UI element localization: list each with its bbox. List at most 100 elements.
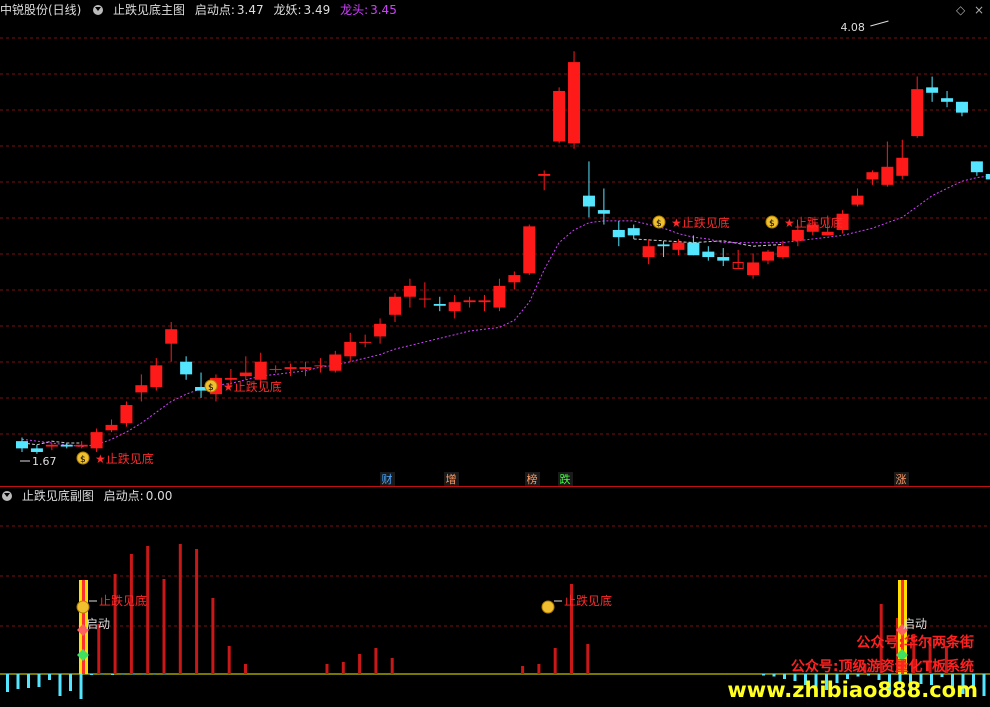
sub-cyan-bar: [79, 674, 83, 699]
candle-body: [985, 174, 990, 180]
candle-body: [851, 195, 864, 205]
chart-stage: 4.08 1.67 $ ★止跌见底 $ ★止跌见底 $ ★止跌见底 $ ★止跌见底财增榜跌涨止跌见…: [0, 0, 990, 707]
money-bag-symbol: $: [656, 219, 662, 229]
candle-body: [493, 285, 506, 308]
sub-cyan-bar: [37, 674, 41, 687]
candle-body: [120, 405, 133, 424]
candle-body: [642, 246, 655, 258]
sub-cyan-bar: [69, 674, 72, 691]
candle-body: [926, 87, 939, 93]
candle-body: [955, 101, 968, 113]
candle-body: [791, 229, 804, 241]
candle-body: [374, 323, 387, 337]
sub-cyan-bar: [982, 674, 986, 696]
candle-body: [911, 89, 924, 137]
bottom-marker-label: ★止跌见底: [784, 215, 843, 230]
candle-body: [45, 444, 58, 447]
candle-body: [30, 448, 43, 452]
candle-body: [762, 251, 774, 261]
candle-body: [553, 90, 566, 142]
sub-start-signal: 启动: [903, 617, 927, 631]
sub-red-bar: [162, 579, 166, 674]
candle-body: [344, 341, 357, 357]
sub-cyan-bar: [58, 674, 62, 696]
candle-body: [239, 372, 252, 377]
sub-red-bar: [390, 658, 394, 674]
candle-body: [687, 242, 700, 256]
money-bag-symbol: $: [80, 455, 86, 465]
event-tag: 涨: [896, 473, 907, 486]
sub-cyan-bar: [121, 674, 125, 675]
sub-cyan-bar: [90, 674, 93, 675]
candle-body: [657, 244, 670, 247]
candle-body: [284, 367, 297, 369]
high-pointer: [870, 20, 889, 27]
sub-cyan-bar: [27, 674, 30, 688]
indicator-dropdown[interactable]: [91, 3, 109, 17]
close-button[interactable]: ×: [974, 3, 984, 17]
sub-red-bar: [553, 648, 557, 674]
sub-red-bar: [244, 664, 247, 674]
sub-marker-label: 止跌见底: [564, 593, 612, 608]
sub-start-label: 启动点:: [103, 489, 144, 503]
sub-red-bar: [227, 646, 231, 674]
candle-body: [90, 432, 103, 449]
high-price-label: 4.08: [840, 21, 865, 34]
sub-marker-label: 止跌见底: [99, 593, 147, 608]
sub-red-bar: [374, 648, 378, 674]
sub-red-bar: [325, 664, 329, 674]
sub-red-bar: [211, 598, 215, 674]
sub-red-bar: [537, 664, 541, 674]
candle-body: [478, 300, 491, 303]
watermark-2: 公众号:顶级游资量化T板系统: [790, 659, 974, 675]
sub-red-bar: [358, 654, 362, 674]
sub-cyan-bar: [762, 674, 765, 676]
event-tag: 榜: [527, 472, 538, 486]
dragon-value: 3.49: [303, 3, 331, 17]
candle-body: [329, 354, 342, 371]
candle-body: [970, 161, 983, 173]
candle-body: [523, 226, 536, 274]
candle-body: [627, 228, 640, 236]
chevron-down-icon: [2, 491, 12, 501]
sub-cyan-bar: [163, 674, 167, 675]
candle-body: [941, 98, 954, 102]
candle-body: [433, 303, 446, 306]
candle-body: [314, 365, 327, 367]
sub-cyan-bar: [16, 674, 20, 689]
candle-body: [359, 341, 372, 343]
candle-body: [75, 444, 88, 447]
candle-body: [418, 298, 431, 300]
candle-body: [597, 210, 610, 214]
event-tag: 增: [446, 472, 457, 486]
sub-cyan-bar: [6, 674, 9, 692]
sub-indicator-name: 止跌见底副图: [21, 489, 94, 503]
candle-body: [403, 285, 416, 297]
sub-cyan-bar: [142, 674, 146, 675]
chart-canvas[interactable]: 4.081.67 $ ★止跌见底$ ★止跌见底$ ★止跌见底 $ ★止跌见底财增榜跌涨止跌见…: [0, 0, 990, 707]
sub-red-bar: [521, 666, 525, 674]
event-tag: 财: [382, 472, 393, 486]
candle-body: [448, 302, 461, 312]
sub-indicator-dropdown[interactable]: [0, 489, 18, 503]
candle-body: [463, 300, 476, 303]
sub-cyan-bar: [772, 674, 776, 677]
sub-cyan-bar: [111, 674, 114, 675]
bottom-marker-label: ★止跌见底: [95, 451, 154, 466]
start-point-label: 启动点:: [194, 3, 235, 17]
sub-start-signal: 启动: [86, 617, 110, 631]
stock-name: 中锐股份(日线): [0, 3, 82, 17]
candle-body: [254, 361, 267, 380]
diamond-button[interactable]: ◇: [956, 3, 965, 17]
money-bag-icon: [541, 600, 555, 614]
candle-body: [150, 365, 163, 387]
candle-body: [776, 246, 789, 258]
main-indicator-name: 止跌见底主图: [113, 3, 186, 17]
candle-body: [612, 229, 625, 238]
main-chart-header: 中锐股份(日线) 止跌见底主图 启动点: 3.47 龙妖: 3.49 龙头: 3.45: [0, 0, 403, 20]
candle-body: [747, 262, 760, 276]
watermark-1: 公众号:华尔两条街: [856, 635, 974, 651]
candle-body: [508, 275, 521, 283]
sub-red-bar: [146, 546, 150, 674]
chevron-down-icon: [93, 5, 104, 15]
